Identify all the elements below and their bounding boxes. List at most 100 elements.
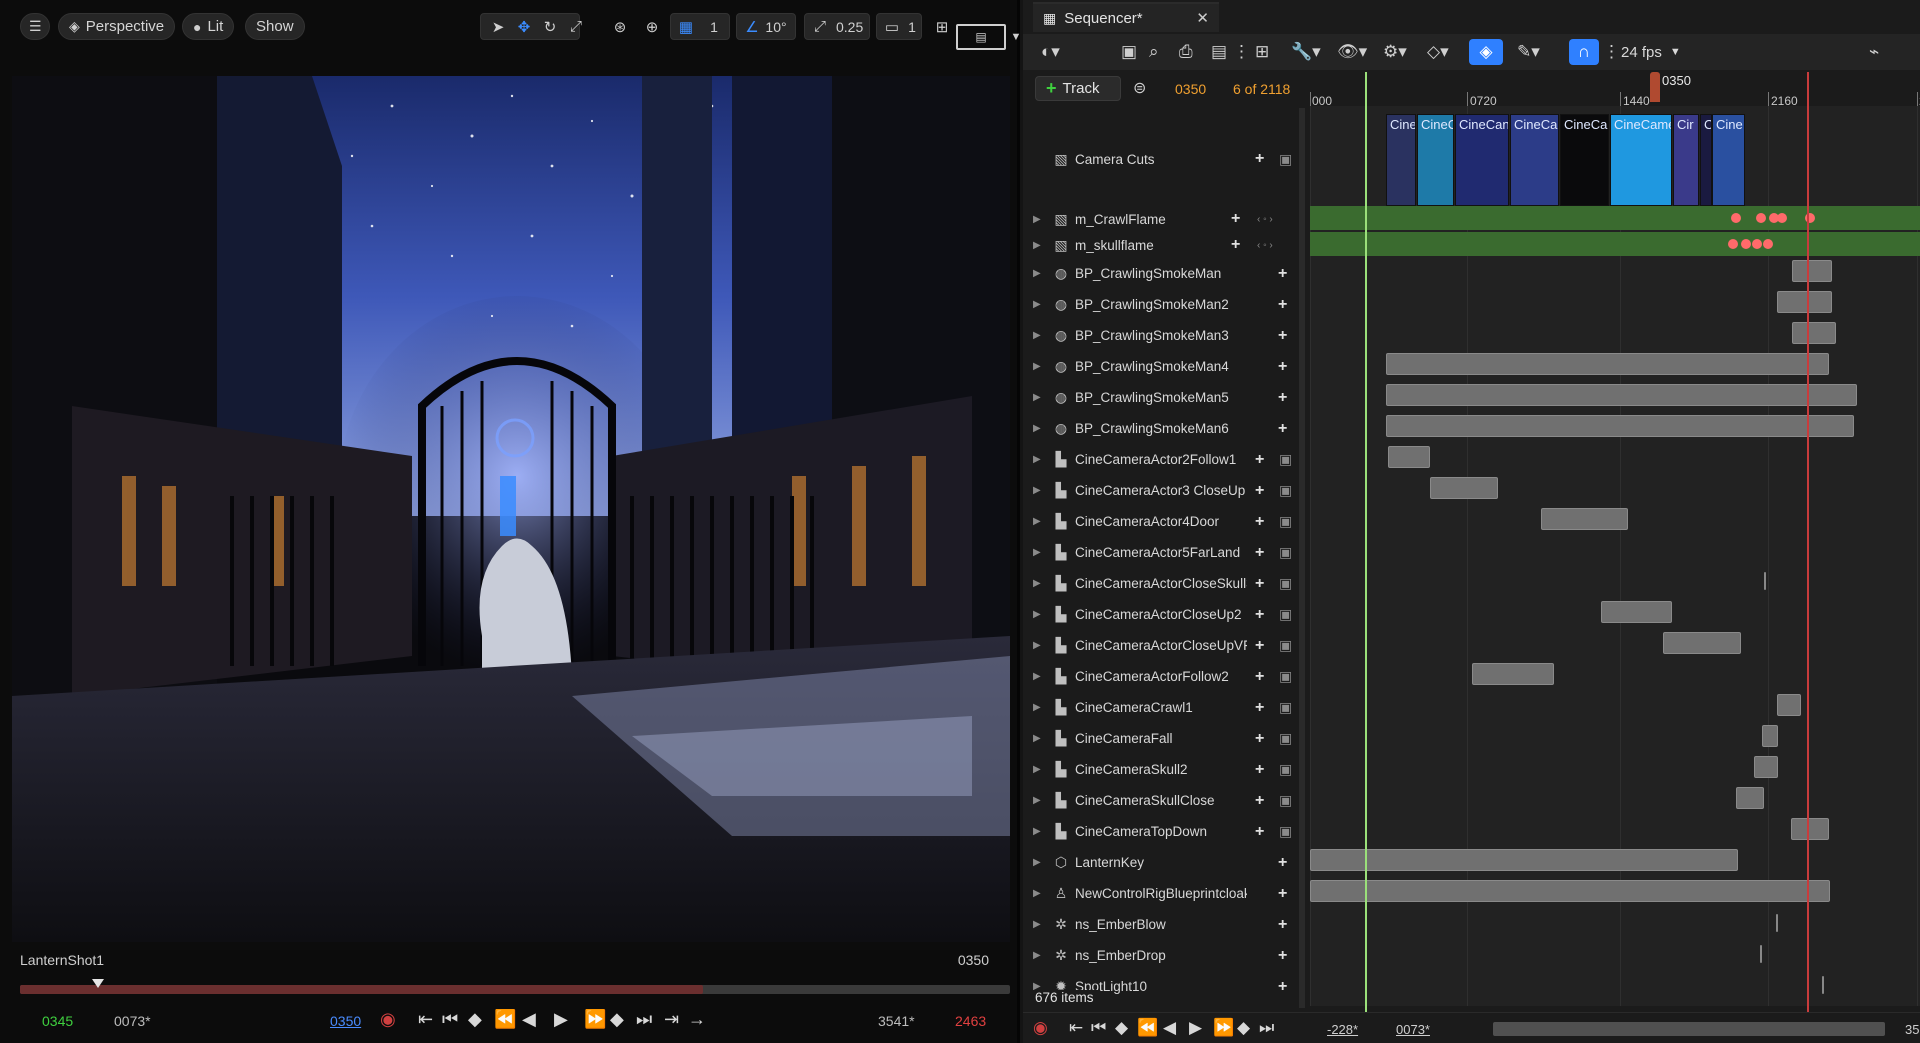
add-button[interactable]: + xyxy=(1278,389,1287,407)
add-track-button[interactable]: + Track xyxy=(1035,76,1121,101)
view-options-button[interactable]: 👁▾ xyxy=(1337,39,1367,65)
track-section[interactable] xyxy=(1754,756,1778,778)
level-viewport[interactable]: ☰ ◈ Perspective ● Lit Show ➤ ✥ ↻ ⤢ ⊛ ⊕ ▦… xyxy=(0,0,1021,1043)
in-frame[interactable]: 0073* xyxy=(1396,1022,1430,1037)
track-row[interactable]: ▶ ◍ BP_CrawlingSmokeMan3 + xyxy=(1023,320,1295,351)
sequencer-actions-button[interactable]: ⊞ xyxy=(1255,39,1269,65)
camera-cut-shot[interactable]: CineCar xyxy=(1510,114,1559,206)
rotation-snap-button[interactable]: ∠ xyxy=(740,14,764,39)
lit-button[interactable]: ● Lit xyxy=(182,13,235,40)
track-list-scrollbar[interactable] xyxy=(1299,108,1305,1008)
next-keyframe-button[interactable]: ◆ xyxy=(1237,1018,1250,1038)
track-row[interactable]: ▶ ✲ ns_EmberBlow + xyxy=(1023,909,1295,940)
add-button[interactable]: + xyxy=(1278,420,1287,438)
track-row[interactable]: ▶ ▙ CineCameraTopDown + ▣ xyxy=(1023,816,1295,847)
scale-tool-button[interactable]: ⤢ xyxy=(564,14,588,39)
camera-cut-shot[interactable]: Cine xyxy=(1712,114,1745,206)
add-button[interactable]: + xyxy=(1255,575,1264,593)
step-forward-button[interactable]: ⏩ xyxy=(1213,1018,1234,1038)
expand-caret-icon[interactable]: ▶ xyxy=(1033,214,1045,225)
expand-caret-icon[interactable]: ▶ xyxy=(1033,392,1045,403)
playback-options-button[interactable]: ⚙▾ xyxy=(1383,39,1407,65)
track-row[interactable]: ▶ ▙ CineCameraSkull2 + ▣ xyxy=(1023,754,1295,785)
expand-caret-icon[interactable]: ▶ xyxy=(1033,950,1045,961)
track-row[interactable]: ▶ ◍ BP_CrawlingSmokeMan5 + xyxy=(1023,382,1295,413)
expand-caret-icon[interactable]: ▶ xyxy=(1033,547,1045,558)
track-row[interactable]: ▶ ▧ m_skullflame + ‹ ◦ › xyxy=(1023,232,1295,258)
tools-button[interactable]: 🔧▾ xyxy=(1291,39,1321,65)
add-button[interactable]: + xyxy=(1255,668,1264,686)
viewport-scrub-bar[interactable] xyxy=(20,985,1010,994)
add-button[interactable]: + xyxy=(1255,451,1264,469)
close-tab-button[interactable]: ✕ xyxy=(1196,9,1209,27)
add-button[interactable]: + xyxy=(1278,296,1287,314)
curve-editor-button[interactable]: ⌁ xyxy=(1869,39,1879,65)
track-section[interactable] xyxy=(1386,353,1829,375)
rotation-snap-value[interactable]: 10° xyxy=(764,14,788,39)
camera-lock-icon[interactable]: ▣ xyxy=(1279,513,1292,530)
show-button[interactable]: Show xyxy=(245,13,305,40)
view-end-frame[interactable]: 35 xyxy=(1905,1022,1919,1037)
expand-caret-icon[interactable]: ▶ xyxy=(1033,268,1045,279)
camera-actions-button[interactable]: ⎙ xyxy=(1179,39,1193,65)
add-button[interactable]: + xyxy=(1255,792,1264,810)
add-button[interactable]: + xyxy=(1255,699,1264,717)
track-row[interactable]: ▶ ▙ CineCameraSkullClose + ▣ xyxy=(1023,785,1295,816)
add-button[interactable]: + xyxy=(1255,482,1264,500)
camera-lock-icon[interactable]: ▣ xyxy=(1279,606,1292,623)
camera-lock-icon[interactable]: ▣ xyxy=(1279,699,1292,716)
add-button[interactable]: + xyxy=(1278,327,1287,345)
current-frame[interactable]: 0350 xyxy=(330,1013,361,1029)
camera-lock-icon[interactable]: ▣ xyxy=(1279,451,1292,468)
track-row[interactable]: ▶ ▙ CineCameraActorFollow2 + ▣ xyxy=(1023,661,1295,692)
sequencer-tab[interactable]: ▦ Sequencer* ✕ xyxy=(1033,2,1219,32)
step-back-button[interactable]: ⏪ xyxy=(494,1009,516,1030)
track-row[interactable]: ▶ ▙ CineCameraActor2Follow1 + ▣ xyxy=(1023,444,1295,475)
playhead-line[interactable] xyxy=(1365,72,1367,1012)
expand-caret-icon[interactable]: ▶ xyxy=(1033,764,1045,775)
playhead-handle[interactable] xyxy=(1650,72,1660,102)
next-key-button[interactable]: ⏭ xyxy=(636,1009,652,1030)
step-back-button[interactable]: ⏪ xyxy=(1137,1018,1158,1038)
viewport-menu-button[interactable]: ☰ xyxy=(20,13,50,40)
camera-lock-icon[interactable]: ▣ xyxy=(1279,761,1292,778)
expand-caret-icon[interactable]: ▶ xyxy=(1033,640,1045,651)
play-button[interactable]: ▶ xyxy=(1189,1018,1202,1038)
play-reverse-button[interactable]: ◀ xyxy=(1163,1018,1176,1038)
loop-mode-button[interactable]: → xyxy=(688,1009,706,1030)
timeline-area[interactable]: Cine(CineCCineCanCineCarCineCarCineCameC… xyxy=(1310,106,1920,1006)
track-row[interactable]: ▶ ▙ CineCameraFall + ▣ xyxy=(1023,723,1295,754)
camera-cut-shot[interactable]: CineC xyxy=(1417,114,1454,206)
track-section[interactable] xyxy=(1792,322,1836,344)
track-section[interactable] xyxy=(1764,572,1766,590)
track-section[interactable] xyxy=(1822,976,1824,994)
scale-snap-button[interactable]: ⤢ xyxy=(808,14,832,39)
camera-cut-shot[interactable]: CineCame xyxy=(1610,114,1672,206)
more-options-button[interactable]: ⋮ xyxy=(1233,39,1250,65)
surface-snap-button[interactable]: ⊛ xyxy=(608,14,632,39)
go-to-end-button[interactable]: ⏭ xyxy=(1259,1018,1274,1038)
go-to-end-button[interactable]: ⇥ xyxy=(664,1009,679,1030)
keyframe[interactable] xyxy=(1756,213,1766,223)
current-frame-display[interactable]: 0350 xyxy=(1175,81,1206,97)
key-options-button[interactable]: ◇▾ xyxy=(1427,39,1449,65)
track-section[interactable] xyxy=(1386,384,1857,406)
next-keyframe-button[interactable]: ◆ xyxy=(610,1009,624,1030)
track-section[interactable] xyxy=(1762,725,1778,747)
track-row[interactable]: ▶ ◍ BP_CrawlingSmokeMan + xyxy=(1023,258,1295,289)
keyframe[interactable] xyxy=(1728,239,1738,249)
expand-caret-icon[interactable]: ▶ xyxy=(1033,299,1045,310)
timeline-horizontal-scrollbar[interactable] xyxy=(1493,1022,1885,1036)
step-forward-button[interactable]: ⏩ xyxy=(584,1009,606,1030)
keyframe[interactable] xyxy=(1777,213,1787,223)
track-section[interactable] xyxy=(1310,880,1830,902)
expand-caret-icon[interactable]: ▶ xyxy=(1033,919,1045,930)
keyframe[interactable] xyxy=(1741,239,1751,249)
add-button[interactable]: + xyxy=(1231,236,1240,254)
add-button[interactable]: + xyxy=(1278,947,1287,965)
track-row[interactable]: ▶ ▙ CineCameraActorCloseUp2 + ▣ xyxy=(1023,599,1295,630)
rotate-tool-button[interactable]: ↻ xyxy=(538,14,562,39)
playback-end-frame[interactable]: 2463 xyxy=(955,1013,986,1029)
track-row[interactable]: ▶ ▙ CineCameraActor3 CloseUp + ▣ xyxy=(1023,475,1295,506)
camera-speed-value[interactable]: 1 xyxy=(900,14,924,39)
